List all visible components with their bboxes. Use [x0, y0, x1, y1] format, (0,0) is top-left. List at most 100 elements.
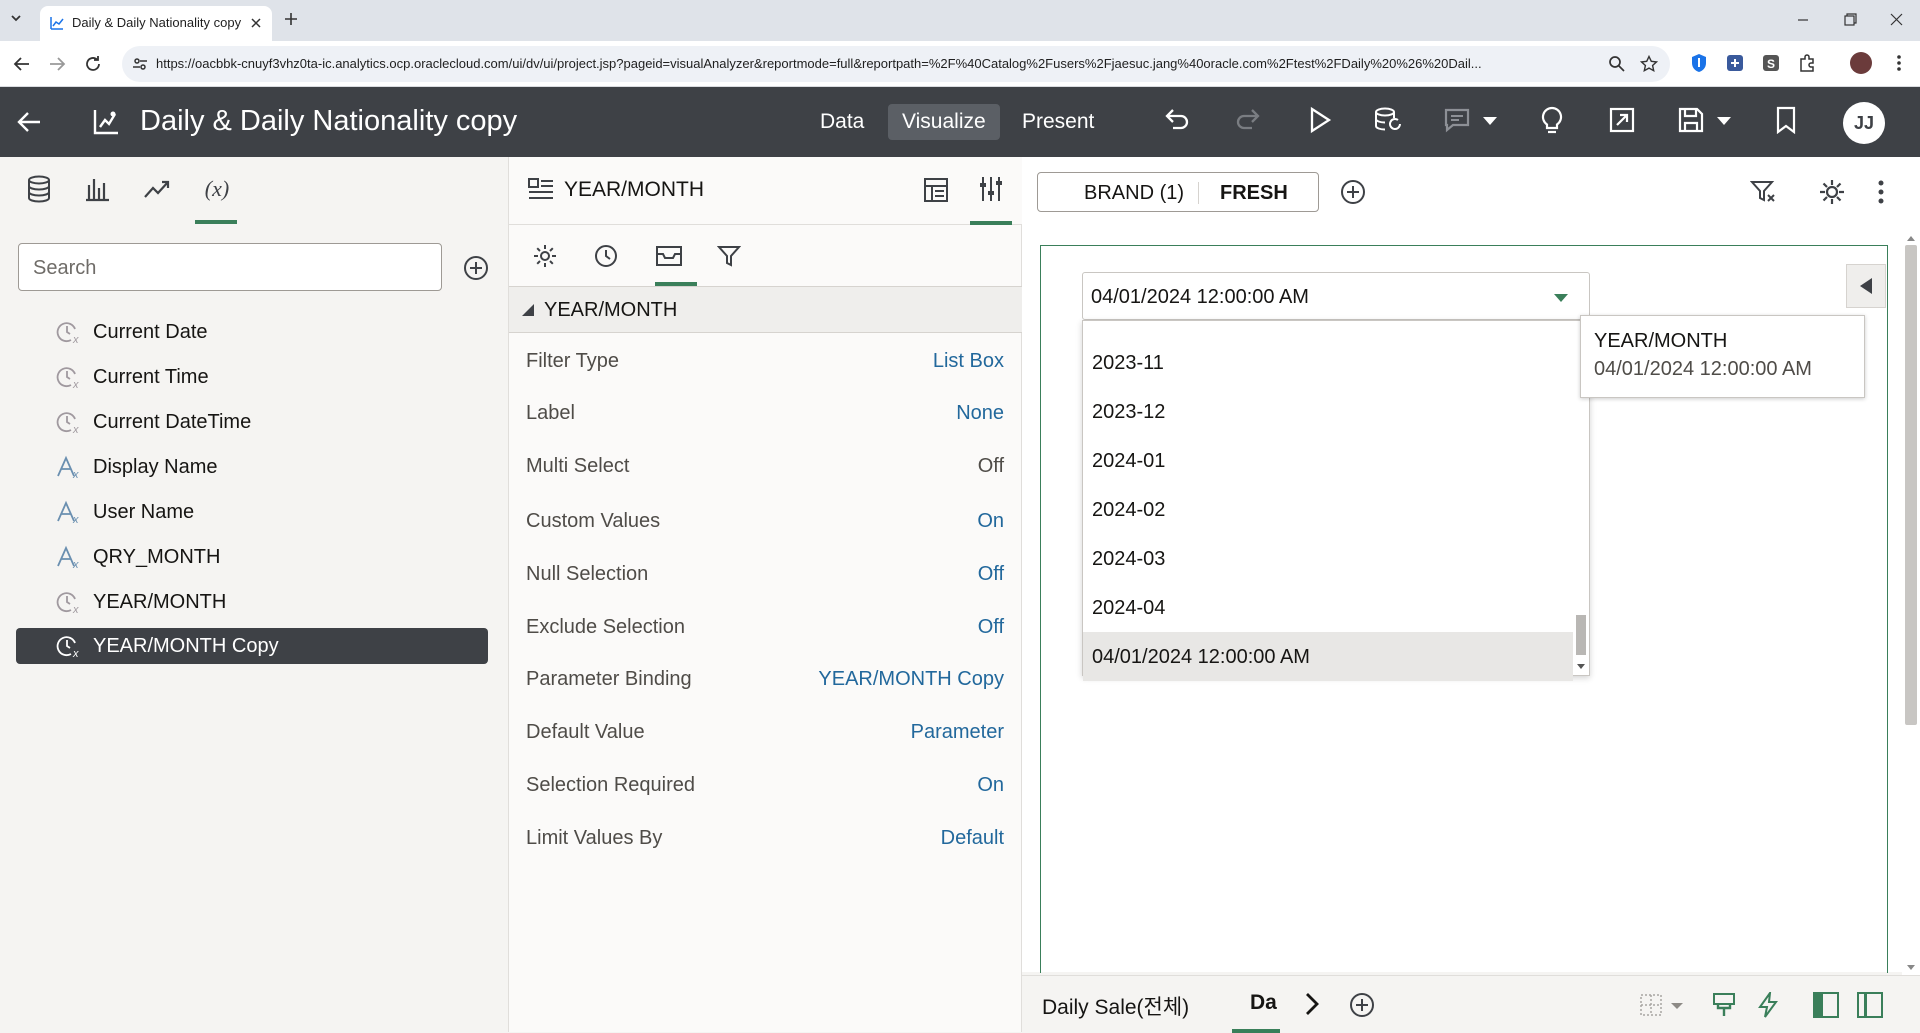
- data-tab-database-icon[interactable]: [26, 175, 52, 203]
- list-box-scroll-thumb[interactable]: [1576, 615, 1586, 655]
- list-option[interactable]: 2024-03: [1083, 534, 1573, 583]
- parameter-item-user-name[interactable]: x User Name: [16, 494, 488, 530]
- canvas-scrollbar[interactable]: [1902, 235, 1920, 975]
- auto-apply-lightning-icon[interactable]: [1757, 992, 1779, 1018]
- brand-filter-chip[interactable]: BRAND (1) FRESH: [1037, 172, 1319, 212]
- property-value[interactable]: Default: [941, 827, 1004, 850]
- visualizations-tab-bar-chart-icon[interactable]: [84, 175, 110, 203]
- property-value[interactable]: On: [977, 774, 1004, 797]
- property-parameter-binding[interactable]: Parameter Binding YEAR/MONTH Copy: [509, 660, 1022, 700]
- user-avatar[interactable]: JJ: [1843, 102, 1885, 144]
- profile-avatar-icon[interactable]: [1850, 52, 1872, 74]
- filter-settings-icon[interactable]: [1750, 179, 1776, 205]
- parameter-item-year-month-copy[interactable]: x YEAR/MONTH Copy: [16, 628, 488, 664]
- left-panel-toggle-icon[interactable]: [1813, 992, 1839, 1018]
- format-brush-icon[interactable]: [1712, 992, 1736, 1018]
- auto-apply-settings-icon[interactable]: [1818, 178, 1846, 206]
- forward-arrow-icon[interactable]: [48, 55, 66, 73]
- layout-dropdown-icon[interactable]: [1670, 1002, 1684, 1010]
- datetime-clock-icon[interactable]: [594, 244, 618, 268]
- zoom-icon[interactable]: [1608, 55, 1626, 73]
- browser-tab[interactable]: Daily & Daily Nationality copy: [40, 6, 272, 41]
- refresh-data-icon[interactable]: [1373, 106, 1403, 134]
- extension-puzzle-blue-icon[interactable]: [1726, 54, 1744, 72]
- add-canvas-icon[interactable]: [1349, 992, 1375, 1018]
- list-option[interactable]: 2023-12: [1083, 387, 1573, 436]
- save-icon[interactable]: [1677, 106, 1705, 134]
- collapse-triangle-icon[interactable]: [521, 303, 535, 317]
- more-options-icon[interactable]: [1877, 179, 1885, 205]
- address-bar[interactable]: https://oacbbk-cnuyf3vhz0ta-ic.analytics…: [122, 46, 1670, 82]
- list-box-dropdown[interactable]: 2023-11 2023-12 2024-01 2024-02 2024-03 …: [1082, 320, 1590, 681]
- close-tab-icon[interactable]: [250, 17, 262, 29]
- reload-icon[interactable]: [84, 55, 102, 73]
- canvas-tab-daily-sale[interactable]: Daily Sale(전체): [1042, 991, 1189, 1021]
- list-option-selected[interactable]: 04/01/2024 12:00:00 AM: [1083, 632, 1573, 681]
- list-option[interactable]: 2024-04: [1083, 583, 1573, 632]
- property-exclude-selection[interactable]: Exclude Selection Off: [509, 608, 1022, 648]
- tab-visualize[interactable]: Visualize: [888, 104, 1000, 140]
- property-value[interactable]: YEAR/MONTH Copy: [818, 668, 1004, 691]
- property-limit-values-by[interactable]: Limit Values By Default: [509, 819, 1022, 859]
- comment-dropdown-icon[interactable]: [1482, 116, 1498, 126]
- tab-present[interactable]: Present: [1008, 104, 1108, 140]
- list-box-input[interactable]: 04/01/2024 12:00:00 AM: [1082, 272, 1590, 320]
- parameter-item-display-name[interactable]: x Display Name: [16, 449, 488, 485]
- property-default-value[interactable]: Default Value Parameter: [509, 713, 1022, 753]
- property-custom-values[interactable]: Custom Values On: [509, 502, 1022, 542]
- analytics-tab-trend-icon[interactable]: [143, 175, 171, 203]
- filter-funnel-icon[interactable]: [717, 244, 741, 268]
- parameter-item-current-time[interactable]: x Current Time: [16, 359, 488, 395]
- property-value[interactable]: List Box: [933, 350, 1004, 373]
- new-tab-icon[interactable]: [284, 12, 298, 26]
- next-canvas-chevron-icon[interactable]: [1305, 992, 1319, 1016]
- property-selection-required[interactable]: Selection Required On: [509, 766, 1022, 806]
- canvas-tab-active[interactable]: Da: [1250, 991, 1277, 1015]
- canvas-scroll-thumb[interactable]: [1905, 245, 1917, 725]
- browser-menu-icon[interactable]: [1896, 54, 1902, 72]
- property-filter-type[interactable]: Filter Type List Box: [509, 342, 1022, 382]
- parameter-item-current-date[interactable]: x Current Date: [16, 314, 488, 350]
- save-dropdown-icon[interactable]: [1716, 116, 1732, 126]
- property-label-setting[interactable]: Label None: [509, 394, 1022, 434]
- add-parameter-icon[interactable]: [463, 255, 489, 281]
- property-value[interactable]: Off: [978, 616, 1004, 639]
- undo-icon[interactable]: [1163, 106, 1191, 134]
- parameter-item-qry-month[interactable]: x QRY_MONTH: [16, 539, 488, 575]
- back-arrow-icon[interactable]: [13, 55, 31, 73]
- extension-s-icon[interactable]: S: [1762, 54, 1780, 72]
- general-settings-gear-icon[interactable]: [533, 244, 557, 268]
- list-box-input-value[interactable]: 04/01/2024 12:00:00 AM: [1091, 286, 1309, 309]
- minimize-icon[interactable]: [1797, 14, 1809, 26]
- property-value[interactable]: On: [977, 510, 1004, 533]
- scroll-down-arrow-icon[interactable]: [1907, 965, 1915, 971]
- list-option[interactable]: 2024-01: [1083, 436, 1573, 485]
- scroll-up-arrow-icon[interactable]: [1907, 235, 1915, 241]
- close-window-icon[interactable]: [1890, 13, 1903, 26]
- parameter-item-current-datetime[interactable]: x Current DateTime: [16, 404, 488, 440]
- properties-sliders-icon[interactable]: [979, 175, 1003, 203]
- dropdown-arrow-icon[interactable]: [1553, 293, 1569, 303]
- property-value[interactable]: Off: [978, 563, 1004, 586]
- layout-grid-icon[interactable]: [1640, 994, 1662, 1016]
- lightbulb-icon[interactable]: [1538, 106, 1566, 136]
- extensions-puzzle-icon[interactable]: [1798, 54, 1816, 72]
- section-header[interactable]: YEAR/MONTH: [509, 287, 1022, 333]
- bookmark-star-icon[interactable]: [1640, 55, 1658, 73]
- extension-shield-icon[interactable]: [1690, 53, 1708, 73]
- search-input[interactable]: Search: [18, 243, 442, 291]
- parameter-item-year-month[interactable]: x YEAR/MONTH: [16, 584, 488, 620]
- grammar-panel-icon[interactable]: [923, 177, 949, 203]
- list-option[interactable]: 2024-02: [1083, 485, 1573, 534]
- tab-search-chevron-icon[interactable]: [8, 10, 24, 26]
- tab-data[interactable]: Data: [806, 104, 878, 140]
- bookmark-icon[interactable]: [1775, 106, 1797, 134]
- site-info-icon[interactable]: [132, 56, 148, 72]
- restore-icon[interactable]: [1844, 13, 1857, 26]
- right-panel-toggle-icon[interactable]: [1857, 992, 1883, 1018]
- export-icon[interactable]: [1608, 106, 1636, 134]
- add-filter-icon[interactable]: [1340, 179, 1366, 205]
- play-icon[interactable]: [1305, 106, 1333, 134]
- variables-tab-expression-icon[interactable]: (x): [202, 175, 232, 203]
- property-multi-select[interactable]: Multi Select Off: [509, 447, 1022, 487]
